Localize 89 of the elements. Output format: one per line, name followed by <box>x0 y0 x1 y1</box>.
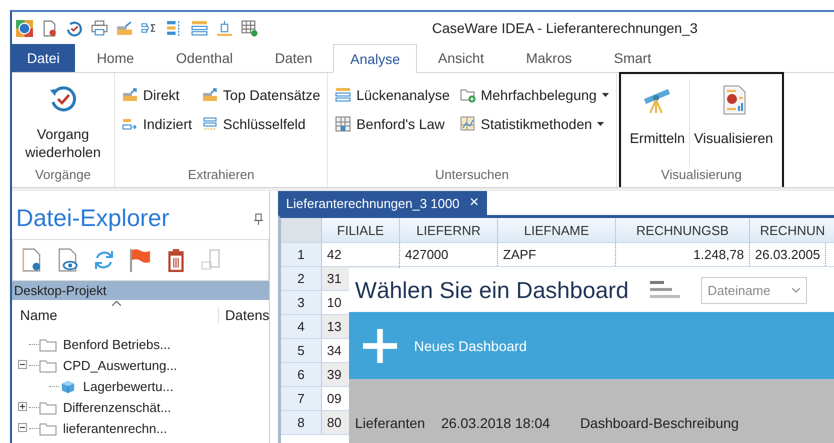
table-cell: 427000 <box>400 243 498 266</box>
tree-item[interactable]: lieferantenrechn... <box>63 421 168 436</box>
ribbon-button[interactable]: Benford's Law <box>333 116 452 132</box>
ribbon-tab[interactable]: Daten <box>254 44 334 72</box>
ribbon-tab[interactable]: Home <box>74 44 156 72</box>
dashboard-item[interactable]: Lieferanten 26.03.2018 18:04 Dashboard-Beschreibung <box>349 379 834 443</box>
collapse-toggle[interactable] <box>18 423 29 434</box>
folder-icon <box>39 358 57 372</box>
group-label: Extrahieren <box>188 167 254 184</box>
file-menu-tab[interactable]: Datei <box>12 44 75 72</box>
file-preview-icon[interactable] <box>57 248 79 272</box>
ribbon-button[interactable]: Statistikmethoden <box>458 116 611 132</box>
ribbon-button[interactable]: Direkt <box>120 87 194 103</box>
extract-icon <box>122 87 138 103</box>
column-header[interactable]: LIEFERNR <box>399 218 497 242</box>
collapse-toggle[interactable] <box>18 360 29 371</box>
window-title: CaseWare IDEA - Lieferanterechnungen_3 <box>432 20 698 36</box>
group-label: Visualisierung <box>661 167 742 184</box>
expand-toggle[interactable] <box>18 402 29 413</box>
stacked-bars-icon[interactable] <box>191 20 208 36</box>
folder-icon <box>39 338 57 352</box>
grid-table-icon <box>335 116 352 132</box>
refresh-icon[interactable] <box>93 248 115 272</box>
flag-icon[interactable] <box>129 248 151 272</box>
group-label: Vorgänge <box>35 167 91 184</box>
pin-icon[interactable] <box>254 212 263 226</box>
ribbon-button[interactable]: Ermitteln <box>626 80 689 167</box>
sort-dropdown[interactable]: Dateiname <box>700 276 808 304</box>
row-number: 7 <box>281 387 322 410</box>
table-cell: 26.03.2005 <box>750 243 826 266</box>
chart-grid-icon <box>460 116 476 132</box>
stacked-bars-icon <box>335 87 352 103</box>
extract-icon <box>202 87 218 103</box>
file-settings-icon[interactable] <box>21 248 43 272</box>
panel-title: Datei-Explorer <box>16 205 170 233</box>
column-header[interactable]: RECHNUNGSB <box>615 218 749 242</box>
tree-item[interactable]: Lagerbewertu... <box>83 379 174 394</box>
tree-item[interactable]: Differenzenschät... <box>63 400 172 415</box>
print-icon[interactable] <box>91 20 108 36</box>
sort-icon[interactable] <box>648 280 681 300</box>
row-number: 1 <box>281 243 322 266</box>
row-number: 6 <box>281 363 322 386</box>
repeat-check-icon[interactable] <box>66 20 83 36</box>
group-label: Untersuchen <box>435 167 509 184</box>
ribbon-button[interactable]: Schlüsselfeld <box>200 116 322 132</box>
ribbon-button[interactable]: Visualisieren <box>688 80 778 167</box>
ribbon-tab[interactable]: Analyse <box>333 44 418 73</box>
table-cell: 42 <box>322 243 400 266</box>
document-tab[interactable]: Lieferanterechnungen_3 1000 × <box>278 191 487 215</box>
tree-item[interactable]: CPD_Auswertung... <box>63 358 178 373</box>
folder-icon <box>39 400 57 414</box>
ribbon-tab[interactable]: Makros <box>504 44 593 72</box>
close-button[interactable]: × <box>469 195 479 211</box>
dashboard-description: Dashboard-Beschreibung <box>580 415 739 431</box>
row-number: 2 <box>281 267 322 290</box>
row-number: 5 <box>281 339 322 362</box>
folder-plus-icon <box>460 87 476 103</box>
caret-icon <box>792 288 800 292</box>
app-logo-icon <box>16 20 33 36</box>
arrow-bar-icon <box>122 116 138 132</box>
table-add-icon[interactable] <box>241 20 258 36</box>
project-header: Desktop-Projekt <box>12 281 269 300</box>
table-cell: 1.248,78 <box>616 243 750 266</box>
plus-icon <box>363 328 397 362</box>
ribbon-button[interactable]: Indiziert <box>120 116 194 132</box>
row-number: 4 <box>281 315 322 338</box>
ribbon-tab[interactable]: Smart <box>592 44 672 72</box>
column-header[interactable]: LIEFNAME <box>497 218 615 242</box>
row-number: 8 <box>281 411 322 434</box>
cube-icon <box>59 380 77 394</box>
sort-icon <box>112 301 121 306</box>
ribbon-button[interactable]: Vorgang wiederholen <box>17 79 109 167</box>
column-header[interactable]: Datens <box>218 307 269 323</box>
ribbon-tab[interactable]: Odenthal <box>155 44 254 72</box>
ribbon-tab[interactable]: Ansicht <box>417 44 505 72</box>
column-header[interactable]: FILIALE <box>321 218 399 242</box>
tree-item[interactable]: Benford Betriebs... <box>63 337 171 352</box>
key-field-icon <box>202 116 218 132</box>
dashboard-date: 26.03.2018 18:04 <box>441 415 550 431</box>
row-number: 3 <box>281 291 322 314</box>
ribbon-button[interactable]: Top Datensätze <box>200 87 322 103</box>
ribbon-button[interactable]: Mehrfachbelegung <box>458 87 611 103</box>
ribbon-button[interactable]: Lückenanalyse <box>333 87 452 103</box>
table-cell: ZAPF <box>498 243 616 266</box>
folder-icon <box>39 422 57 436</box>
extract-icon[interactable] <box>116 20 133 36</box>
file-record-icon[interactable] <box>41 20 58 36</box>
column-header[interactable]: Name <box>12 307 218 323</box>
column-header[interactable]: RECHNUN <box>749 218 834 242</box>
